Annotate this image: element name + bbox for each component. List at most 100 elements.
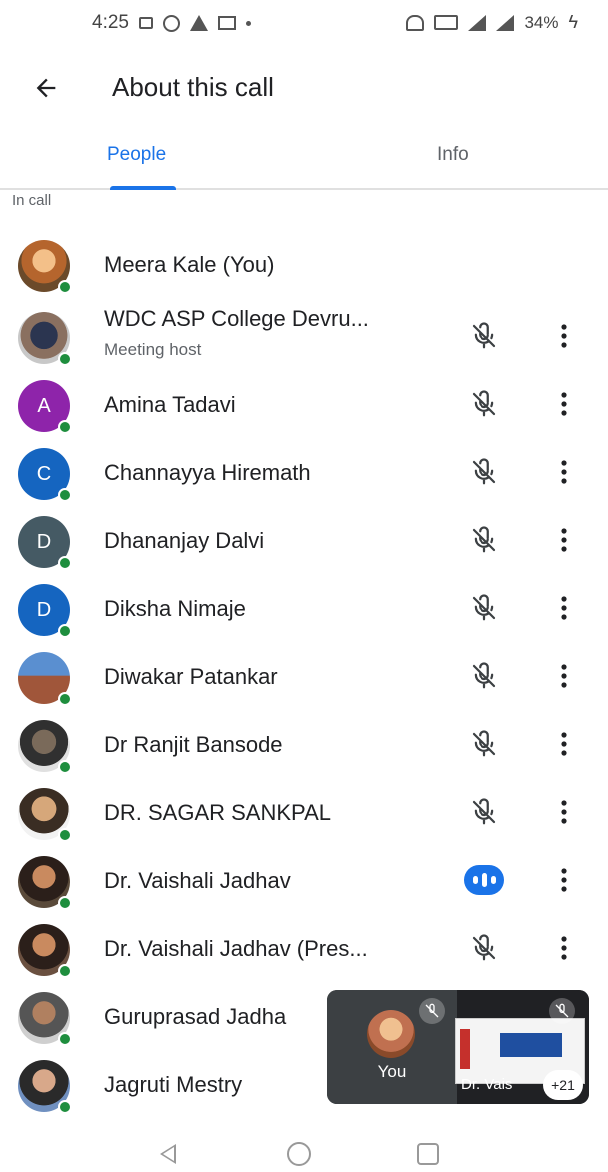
participant-name: Jagruti Mestry bbox=[104, 1072, 243, 1097]
more-options-icon[interactable] bbox=[550, 862, 578, 898]
nav-recents-icon[interactable] bbox=[417, 1143, 439, 1165]
avatar: C bbox=[18, 448, 72, 502]
presence-indicator bbox=[58, 964, 72, 978]
section-label-in-call: In call bbox=[12, 192, 52, 209]
tab-bar: People Info bbox=[0, 132, 608, 190]
avatar bbox=[18, 788, 72, 842]
participant-name: Diwakar Patankar bbox=[104, 664, 278, 689]
list-item[interactable]: Dr. Vaishali Jadhav (Pres... bbox=[0, 914, 608, 982]
presence-indicator bbox=[58, 352, 72, 366]
avatar: D bbox=[18, 516, 72, 570]
avatar bbox=[18, 312, 72, 366]
presence-indicator bbox=[58, 556, 72, 570]
avatar bbox=[18, 856, 72, 910]
presence-indicator bbox=[58, 896, 72, 910]
self-tile-label: You bbox=[377, 1062, 407, 1081]
status-time: 4:25 bbox=[92, 12, 129, 33]
system-nav-bar bbox=[0, 1140, 608, 1172]
mic-off-icon bbox=[466, 658, 502, 694]
avatar-initial: A bbox=[37, 394, 51, 417]
app-bar: About this call bbox=[0, 56, 608, 120]
participant-name: Dhananjay Dalvi bbox=[104, 528, 265, 553]
mic-off-icon bbox=[419, 998, 445, 1024]
mic-off-icon bbox=[466, 794, 502, 830]
mic-off-icon bbox=[466, 726, 502, 762]
nav-back-icon[interactable] bbox=[160, 1144, 176, 1164]
tab-people[interactable]: People bbox=[107, 144, 166, 166]
presence-indicator bbox=[58, 828, 72, 842]
presence-indicator bbox=[58, 280, 72, 294]
slide-graphic bbox=[460, 1029, 470, 1069]
avatar bbox=[18, 240, 72, 294]
more-participants-badge[interactable]: +21 bbox=[543, 1070, 583, 1100]
more-options-icon[interactable] bbox=[550, 522, 578, 558]
back-button[interactable] bbox=[28, 70, 64, 106]
battery-percent: 34% bbox=[524, 12, 559, 32]
active-tab-indicator bbox=[110, 186, 176, 190]
list-item[interactable]: WDC ASP College Devru... Meeting host bbox=[0, 302, 608, 370]
list-item[interactable]: A Amina Tadavi bbox=[0, 370, 608, 438]
nav-home-icon[interactable] bbox=[287, 1142, 311, 1166]
more-options-icon[interactable] bbox=[550, 454, 578, 490]
presence-indicator bbox=[58, 1100, 72, 1114]
gmail-icon bbox=[217, 16, 236, 30]
participant-name: WDC ASP College Devru... bbox=[104, 306, 369, 331]
more-options-icon[interactable] bbox=[550, 590, 578, 626]
list-item[interactable]: DR. SAGAR SANKPAL bbox=[0, 778, 608, 846]
signal-icon bbox=[496, 14, 515, 31]
participant-name: Dr. Vaishali Jadhav (Pres... bbox=[104, 936, 368, 961]
mic-off-icon bbox=[466, 930, 502, 966]
participant-name: Guruprasad Jadha bbox=[104, 1004, 287, 1029]
avatar bbox=[18, 652, 72, 706]
participant-name: Dr Ranjit Bansode bbox=[104, 732, 283, 757]
participant-tile-label: Dr. Vais bbox=[461, 1076, 513, 1093]
list-item[interactable]: C Channayya Hiremath bbox=[0, 438, 608, 506]
presence-indicator bbox=[58, 760, 72, 774]
list-item[interactable]: D Dhananjay Dalvi bbox=[0, 506, 608, 574]
warning-icon bbox=[189, 15, 208, 31]
charging-icon: ϟ bbox=[568, 12, 578, 32]
mic-off-icon bbox=[466, 318, 502, 354]
arrow-back-icon bbox=[36, 78, 56, 98]
status-bar: 4:25 34% ϟ bbox=[0, 0, 608, 46]
status-bar-right: 34% ϟ bbox=[406, 12, 578, 33]
more-options-icon[interactable] bbox=[550, 930, 578, 966]
signal-icon bbox=[468, 14, 487, 31]
participant-name: Channayya Hiremath bbox=[104, 460, 311, 485]
volte-icon bbox=[434, 15, 459, 30]
mic-off-icon bbox=[549, 998, 575, 1024]
avatar bbox=[18, 720, 72, 774]
presence-indicator bbox=[58, 692, 72, 706]
list-item[interactable]: Meera Kale (You) bbox=[0, 230, 608, 298]
more-options-icon[interactable] bbox=[550, 726, 578, 762]
avatar-initial: D bbox=[36, 530, 52, 553]
more-options-icon[interactable] bbox=[550, 386, 578, 422]
presence-indicator bbox=[58, 624, 72, 638]
nfc-icon bbox=[406, 14, 425, 31]
presence-indicator bbox=[58, 420, 72, 434]
participant-name: Meera Kale (You) bbox=[104, 252, 275, 277]
more-options-icon[interactable] bbox=[550, 318, 578, 354]
participant-name: Diksha Nimaje bbox=[104, 596, 246, 621]
more-options-icon[interactable] bbox=[550, 794, 578, 830]
video-icon bbox=[138, 17, 153, 29]
dot-icon bbox=[245, 20, 251, 26]
list-item[interactable]: Diwakar Patankar bbox=[0, 642, 608, 710]
avatar: D bbox=[18, 584, 72, 638]
tab-info[interactable]: Info bbox=[437, 144, 469, 166]
list-item[interactable]: Dr. Vaishali Jadhav bbox=[0, 846, 608, 914]
self-tile[interactable]: You bbox=[327, 990, 457, 1104]
presence-indicator bbox=[58, 488, 72, 502]
avatar: A bbox=[18, 380, 72, 434]
more-options-icon[interactable] bbox=[550, 658, 578, 694]
list-item[interactable]: D Diksha Nimaje bbox=[0, 574, 608, 642]
avatar bbox=[367, 1010, 415, 1058]
list-item[interactable]: Dr Ranjit Bansode bbox=[0, 710, 608, 778]
mic-off-icon bbox=[466, 454, 502, 490]
mic-off-icon bbox=[466, 386, 502, 422]
presence-indicator bbox=[58, 1032, 72, 1046]
avatar-initial: D bbox=[36, 598, 52, 621]
avatar-initial: C bbox=[36, 462, 52, 485]
avatar bbox=[18, 992, 72, 1046]
avatar bbox=[18, 924, 72, 978]
